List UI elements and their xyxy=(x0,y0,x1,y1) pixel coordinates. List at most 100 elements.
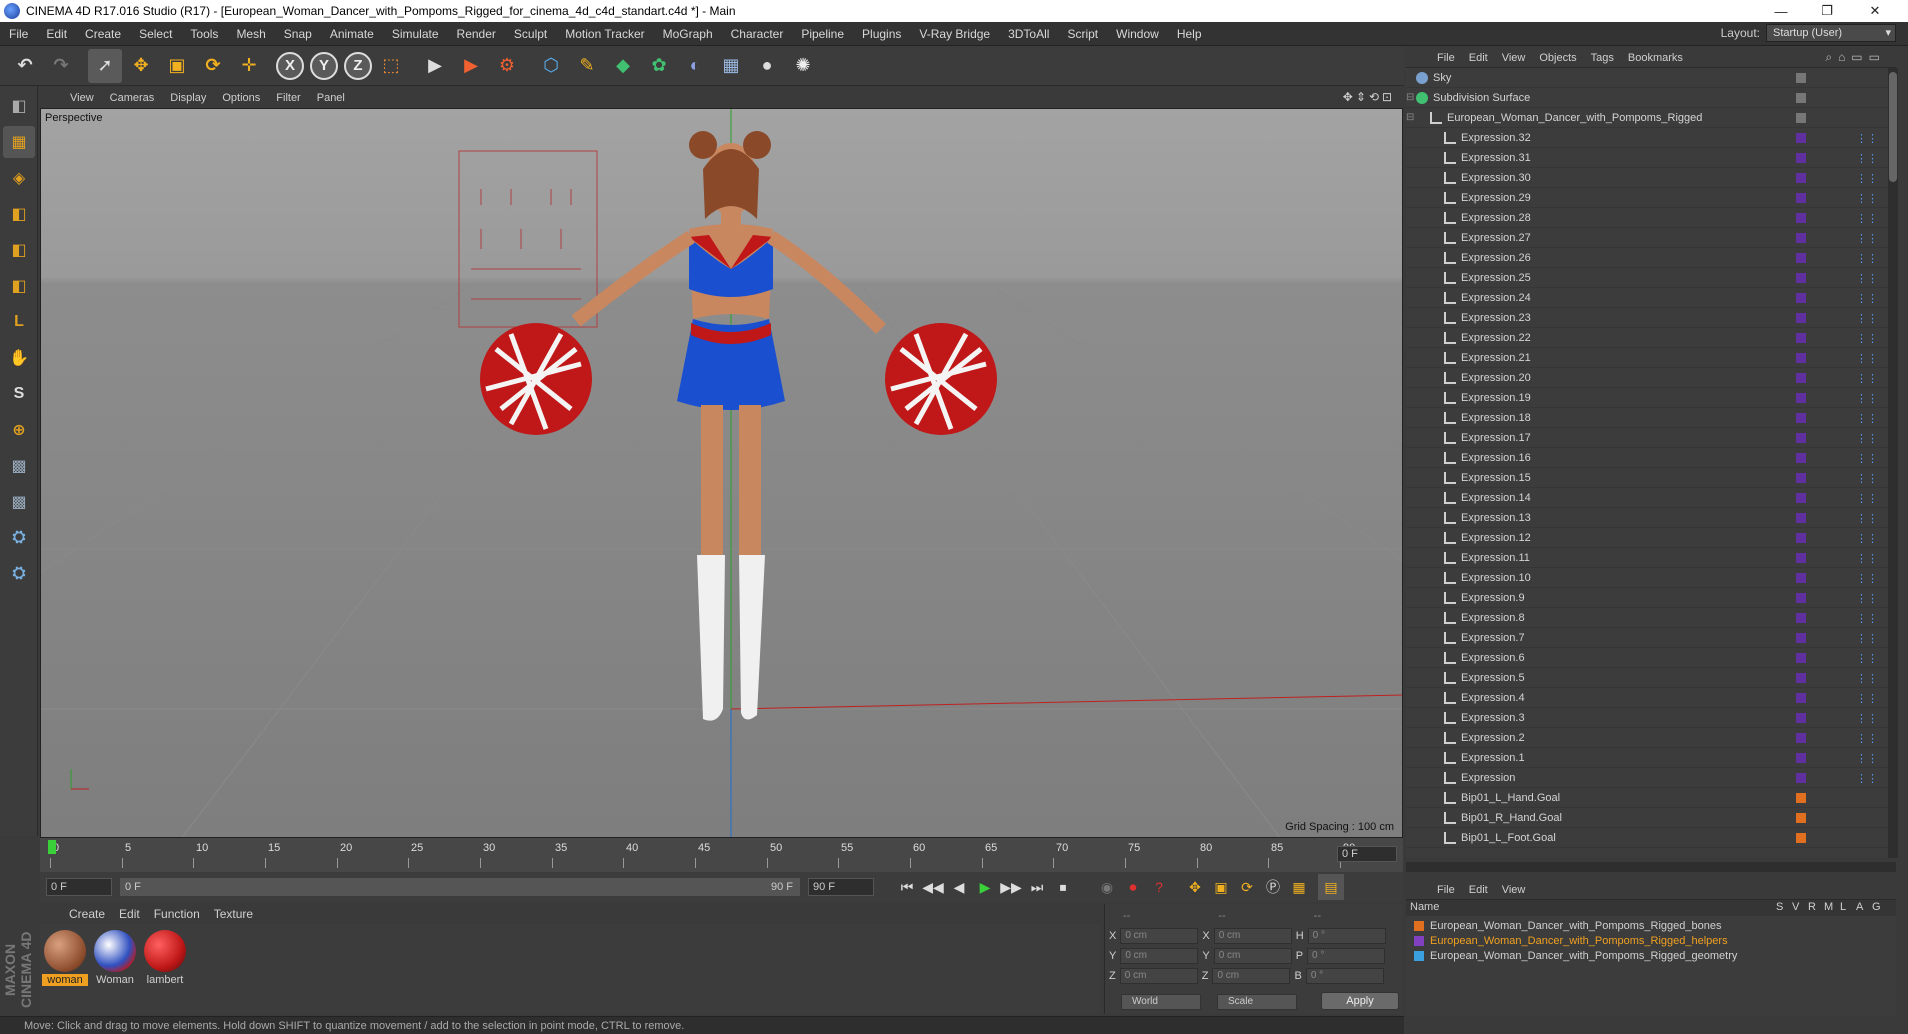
preview-range-slider[interactable]: 0 F 90 F xyxy=(120,878,800,896)
rotation-h-field[interactable]: 0 ° xyxy=(1307,928,1386,944)
object-row-expr[interactable]: Expression.9 ⋮⋮ xyxy=(1406,588,1888,608)
workplane-button[interactable]: ▩ xyxy=(3,450,35,482)
object-row-goal[interactable]: Bip01_L_Foot.Goal xyxy=(1406,828,1888,848)
menu-mograph[interactable]: MoGraph xyxy=(654,22,722,46)
layer-row-helpers[interactable]: European_Woman_Dancer_with_Pompoms_Rigge… xyxy=(1414,933,1728,948)
object-row-expr[interactable]: Expression.25 ⋮⋮ xyxy=(1406,268,1888,288)
expression-tag-icon[interactable]: ⋮⋮ xyxy=(1856,152,1878,165)
key-pla-icon[interactable]: ▦ xyxy=(1286,874,1312,900)
expression-tag-icon[interactable]: ⋮⋮ xyxy=(1856,652,1878,665)
viewport-menu-filter[interactable]: Filter xyxy=(268,92,308,104)
expression-tag-icon[interactable]: ⋮⋮ xyxy=(1856,672,1878,685)
menu-pipeline[interactable]: Pipeline xyxy=(792,22,853,46)
size-x-field[interactable]: 0 cm xyxy=(1213,928,1292,944)
layer-tag-icon[interactable] xyxy=(1796,512,1806,523)
layer-color-swatch[interactable] xyxy=(1414,950,1424,961)
layer-row-geometry[interactable]: European_Woman_Dancer_with_Pompoms_Rigge… xyxy=(1414,948,1737,963)
y-axis-lock-button[interactable]: Y xyxy=(310,51,338,80)
layer-tag-icon[interactable] xyxy=(1796,252,1806,263)
expression-tag-icon[interactable]: ⋮⋮ xyxy=(1856,132,1878,145)
layer-tag-icon[interactable] xyxy=(1796,312,1806,323)
object-row-expr[interactable]: Expression.26 ⋮⋮ xyxy=(1406,248,1888,268)
expression-tag-icon[interactable]: ⋮⋮ xyxy=(1856,172,1878,185)
menu-3dtoall[interactable]: 3DToAll xyxy=(999,22,1058,46)
close-button[interactable]: ✕ xyxy=(1852,0,1898,22)
live-selection-button[interactable]: ➚ xyxy=(88,48,122,83)
object-row-expr[interactable]: Expression.11 ⋮⋮ xyxy=(1406,548,1888,568)
object-row-expr[interactable]: Expression.28 ⋮⋮ xyxy=(1406,208,1888,228)
visibility-toggle-icon[interactable] xyxy=(1796,92,1806,103)
material-menu-texture[interactable]: Texture xyxy=(207,907,260,921)
motion-record-icon[interactable]: ◉ xyxy=(1094,874,1120,900)
python-script-2-button[interactable]: ⛭ xyxy=(3,558,35,590)
menu-select[interactable]: Select xyxy=(130,22,181,46)
object-row-expr[interactable]: Expression.7 ⋮⋮ xyxy=(1406,628,1888,648)
menu-mesh[interactable]: Mesh xyxy=(227,22,274,46)
go-to-start-button[interactable]: ⏮ xyxy=(894,874,920,900)
material-lambert[interactable]: lambert xyxy=(142,930,188,986)
menu-vray-bridge[interactable]: V-Ray Bridge xyxy=(910,22,999,46)
layer-color-swatch[interactable] xyxy=(1414,935,1424,946)
layer-tag-icon[interactable] xyxy=(1796,372,1806,383)
layer-tag-icon[interactable] xyxy=(1796,752,1806,763)
stop-button[interactable]: ⏹ xyxy=(1050,874,1076,900)
expression-tag-icon[interactable]: ⋮⋮ xyxy=(1856,752,1878,765)
deformer-button[interactable]: ◐ xyxy=(678,49,712,83)
place-tool-button[interactable]: ✛ xyxy=(232,49,266,83)
menu-window[interactable]: Window xyxy=(1107,22,1168,46)
menu-create[interactable]: Create xyxy=(76,22,130,46)
expression-tag-icon[interactable]: ⋮⋮ xyxy=(1856,772,1878,785)
layer-row-bones[interactable]: European_Woman_Dancer_with_Pompoms_Rigge… xyxy=(1414,918,1721,933)
layer-tag-icon[interactable] xyxy=(1796,192,1806,203)
object-row-expr[interactable]: Expression.16 ⋮⋮ xyxy=(1406,448,1888,468)
menu-animate[interactable]: Animate xyxy=(321,22,383,46)
subdivision-surface-button[interactable]: ◆ xyxy=(606,49,640,83)
material-menu-function[interactable]: Function xyxy=(147,907,207,921)
object-manager-scrollbar[interactable] xyxy=(1888,68,1898,858)
expression-tag-icon[interactable]: ⋮⋮ xyxy=(1856,432,1878,445)
object-manager-hscrollbar[interactable] xyxy=(1406,862,1896,872)
object-row-expr[interactable]: Expression.32 ⋮⋮ xyxy=(1406,128,1888,148)
position-y-field[interactable]: 0 cm xyxy=(1120,948,1199,964)
expression-tag-icon[interactable]: ⋮⋮ xyxy=(1856,512,1878,525)
size-y-field[interactable]: 0 cm xyxy=(1213,948,1292,964)
object-row-expr[interactable]: Expression.12 ⋮⋮ xyxy=(1406,528,1888,548)
visibility-toggle-icon[interactable] xyxy=(1796,112,1806,123)
texture-mode-button[interactable]: ◈ xyxy=(3,162,35,194)
menu-tools[interactable]: Tools xyxy=(181,22,227,46)
object-row-expr[interactable]: Expression.10 ⋮⋮ xyxy=(1406,568,1888,588)
expression-tag-icon[interactable]: ⋮⋮ xyxy=(1856,232,1878,245)
object-row-expr[interactable]: Expression.14 ⋮⋮ xyxy=(1406,488,1888,508)
camera-object-button[interactable]: ● xyxy=(750,49,784,83)
tweak-mode-button[interactable]: ✋ xyxy=(3,342,35,374)
om-search-icons[interactable]: ⌕⌂▭▭ xyxy=(1825,50,1886,65)
lm-menu-file[interactable]: File xyxy=(1430,884,1462,896)
polygons-mode-button[interactable]: L xyxy=(3,306,35,338)
layer-tag-icon[interactable] xyxy=(1796,352,1806,363)
object-row-sky[interactable]: Sky xyxy=(1406,68,1888,88)
expression-tag-icon[interactable]: ⋮⋮ xyxy=(1856,472,1878,485)
expression-tag-icon[interactable]: ⋮⋮ xyxy=(1856,572,1878,585)
om-menu-objects[interactable]: Objects xyxy=(1532,52,1583,64)
floor-object-button[interactable]: ▦ xyxy=(714,49,748,83)
menu-script[interactable]: Script xyxy=(1058,22,1107,46)
expression-tag-icon[interactable]: ⋮⋮ xyxy=(1856,732,1878,745)
layer-tag-icon[interactable] xyxy=(1796,132,1806,143)
layer-color-swatch[interactable] xyxy=(1414,920,1424,931)
cheerleader-model[interactable] xyxy=(571,131,886,721)
expression-tag-icon[interactable]: ⋮⋮ xyxy=(1856,632,1878,645)
om-menu-view[interactable]: View xyxy=(1495,52,1533,64)
key-scale-icon[interactable]: ▣ xyxy=(1208,874,1234,900)
layer-tag-icon[interactable] xyxy=(1796,212,1806,223)
key-position-icon[interactable]: ✥ xyxy=(1182,874,1208,900)
go-to-end-button[interactable]: ⏭ xyxy=(1024,874,1050,900)
expression-tag-icon[interactable]: ⋮⋮ xyxy=(1856,352,1878,365)
rotation-p-field[interactable]: 0 ° xyxy=(1307,948,1386,964)
om-menu-edit[interactable]: Edit xyxy=(1462,52,1495,64)
light-object-button[interactable]: ✺ xyxy=(786,49,820,83)
menu-sculpt[interactable]: Sculpt xyxy=(505,22,556,46)
viewport-navigation-icons[interactable]: ✥⇕⟲⊡ xyxy=(1343,90,1395,104)
make-editable-button[interactable]: ◧ xyxy=(3,90,35,122)
layer-tag-icon[interactable] xyxy=(1796,632,1806,643)
start-frame-field[interactable]: 0 F xyxy=(46,878,112,896)
